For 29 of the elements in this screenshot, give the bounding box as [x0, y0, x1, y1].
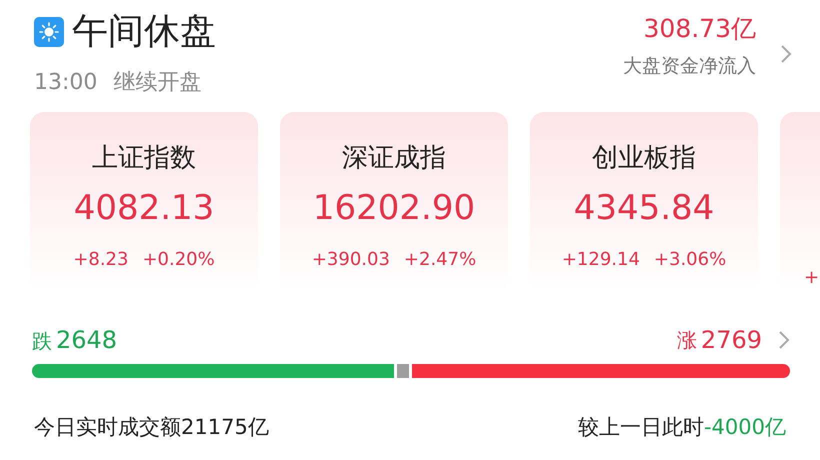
reopen-time: 13:00	[34, 69, 98, 97]
index-change: +390.03	[312, 248, 390, 272]
index-change: +	[804, 266, 820, 290]
chevron-right-icon[interactable]	[778, 330, 790, 350]
net-inflow-label: 大盘资金净流入	[623, 54, 756, 79]
turnover-text: 今日实时成交额21175亿	[34, 414, 269, 441]
chevron-right-icon[interactable]	[780, 44, 792, 64]
net-inflow-value: 308.73亿	[642, 14, 756, 44]
sun-icon	[34, 17, 64, 47]
status-title: 午间休盘	[72, 10, 216, 54]
index-name: 深证成指	[341, 142, 447, 174]
decliners-count: 2648	[56, 325, 118, 356]
breadth-bar-segment	[396, 364, 409, 378]
advancers-count: 2769	[700, 325, 762, 356]
index-value: 16202.90	[312, 188, 476, 228]
index-percent: +0.20%	[142, 248, 215, 272]
advancers-label: 涨	[676, 327, 697, 354]
reopen-note: 继续开盘	[113, 69, 202, 97]
index-value: 4082.13	[72, 188, 216, 228]
decliners-label: 跌	[32, 328, 52, 355]
comparison-label: 较上一日此时	[578, 414, 704, 441]
index-name: 创业板指	[591, 142, 697, 174]
index-name: 上证指数	[91, 142, 197, 174]
comparison-value: -4000亿	[704, 414, 786, 441]
index-change: +8.23	[73, 248, 128, 272]
index-percent: +2.47%	[404, 248, 476, 272]
index-value: 4345.84	[572, 188, 716, 228]
index-change: +129.14	[562, 248, 640, 272]
index-percent: +3.06%	[654, 248, 726, 272]
